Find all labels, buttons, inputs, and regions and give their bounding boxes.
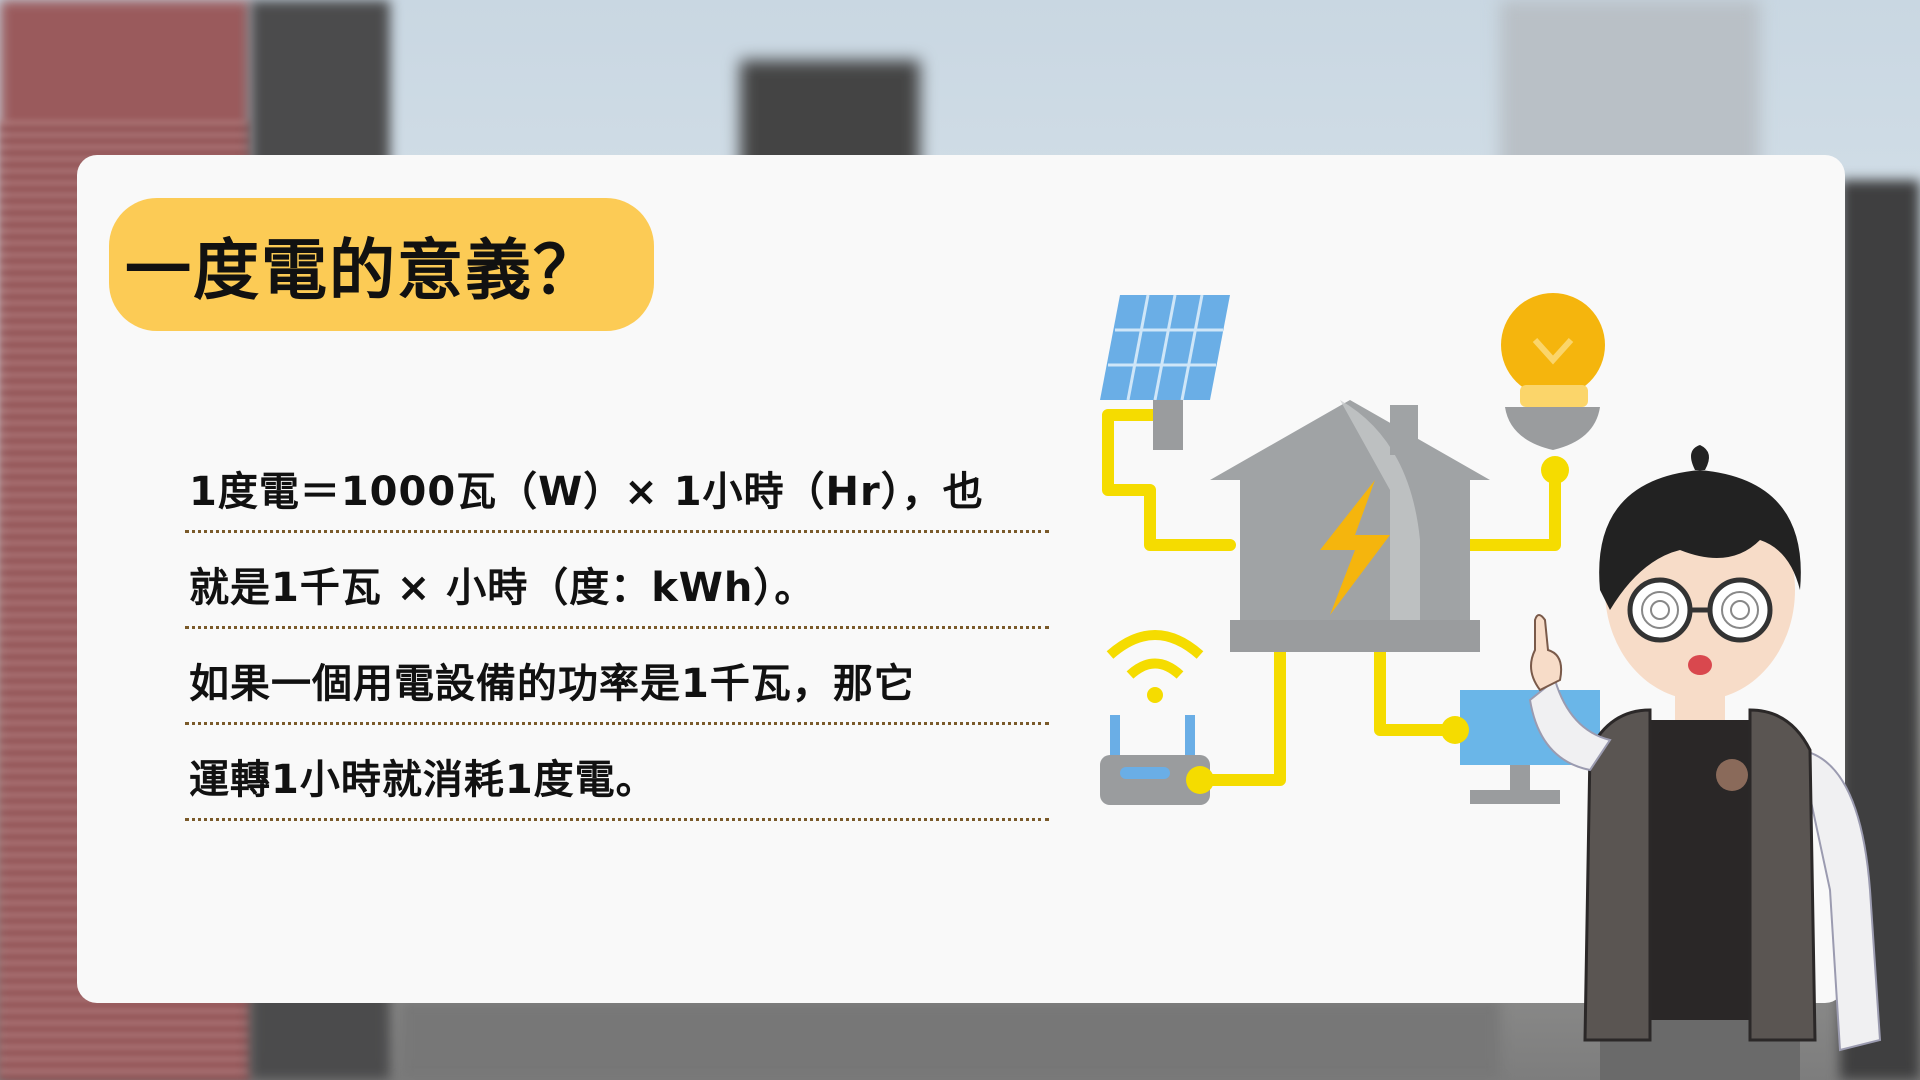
text-line-2: 就是1千瓦 × 小時（度：kWh）。	[189, 565, 816, 611]
pointing-hand-icon	[1530, 614, 1563, 692]
text-line: 運轉1小時就消耗1度電。	[185, 725, 1049, 821]
text-line-1: 1度電＝1000瓦（W）× 1小時（Hr），也	[189, 469, 984, 515]
text-line-4: 運轉1小時就消耗1度電。	[189, 757, 657, 803]
text-line: 就是1千瓦 × 小時（度：kWh）。	[185, 533, 1049, 629]
explanation-text: 1度電＝1000瓦（W）× 1小時（Hr），也 就是1千瓦 × 小時（度：kWh…	[185, 437, 1049, 821]
text-line: 1度電＝1000瓦（W）× 1小時（Hr），也	[185, 437, 1049, 533]
cartoon-boy-pointing-illustration	[1528, 445, 1882, 1080]
text-line-3: 如果一個用電設備的功率是1千瓦，那它	[189, 661, 915, 707]
wifi-router-icon	[1100, 630, 1214, 805]
slide-title: 一度電的意義？	[125, 231, 601, 309]
text-line: 如果一個用電設備的功率是1千瓦，那它	[185, 629, 1049, 725]
solar-panel-icon	[1100, 294, 1230, 450]
title-pill: 一度電的意義？	[109, 198, 654, 331]
